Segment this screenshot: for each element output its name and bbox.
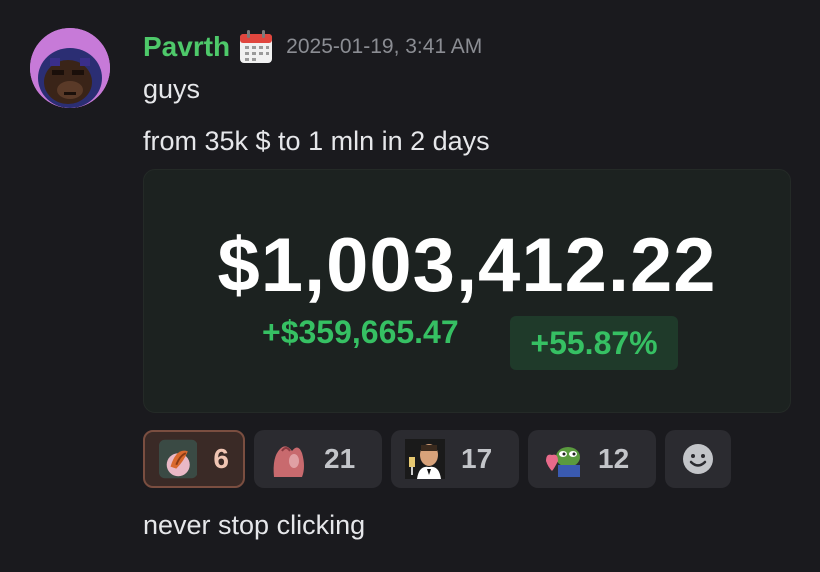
reaction-count: 6 (213, 443, 229, 474)
reaction-count: 17 (461, 443, 493, 474)
calendar-icon (238, 29, 274, 65)
reaction-count: 21 (324, 443, 356, 474)
smiley-add-reaction-icon (683, 444, 713, 474)
reaction-laughing-man[interactable]: 17 (391, 430, 519, 488)
reaction-count: 12 (598, 443, 630, 474)
pink-hand-emoji-icon (273, 446, 304, 477)
reaction-bar: 6 21 17 12 (143, 430, 731, 488)
username[interactable]: Pavrth (143, 31, 230, 63)
laughing-man-toast-emoji-icon (405, 439, 445, 479)
timestamp: 2025-01-19, 3:41 AM (286, 35, 483, 58)
message-line-1: guys (143, 74, 201, 104)
message-line-2: from 35k $ to 1 mln in 2 days (143, 126, 490, 156)
avatar[interactable] (30, 28, 110, 108)
ape-avatar-icon (30, 28, 110, 108)
add-reaction-button[interactable] (665, 430, 731, 488)
reaction-pepe-hug[interactable]: 12 (528, 430, 656, 488)
portfolio-value: $1,003,412.22 (217, 223, 717, 308)
message-line-3: never stop clicking (143, 510, 366, 540)
reaction-cat-paw[interactable]: 6 (143, 430, 245, 488)
pepe-hug-emoji-icon (546, 447, 580, 477)
image-embed[interactable]: $1,003,412.22 +$359,665.47 +55.87% (143, 169, 791, 413)
message-header: Pavrth 2025-01-19, 3:41 AM (143, 28, 482, 66)
gain-percent-badge: +55.87% (510, 316, 678, 370)
cat-paw-emoji-icon (159, 439, 198, 479)
gain-amount: +$359,665.47 (262, 314, 459, 350)
reaction-pink-hand[interactable]: 21 (254, 430, 382, 488)
